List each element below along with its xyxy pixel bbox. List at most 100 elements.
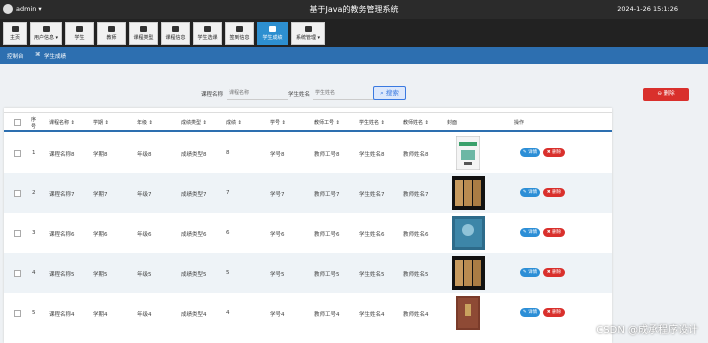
delete-button[interactable]: ✖ 删除 [543,228,565,237]
cell-grade: 年级4 [137,312,152,318]
course-search-label: 课程名称 [201,92,224,98]
detail-button[interactable]: ✎ 详情 [520,228,540,237]
table-header: 序号 课程名称 ⇕ 学期 ⇕ 年级 ⇕ 成绩类型 ⇕ 成绩 ⇕ 学号 ⇕ 教师工… [4,112,612,132]
row-checkbox[interactable] [14,230,21,237]
cell-sname: 学生姓名5 [359,272,385,278]
cell-score: 6 [226,230,230,236]
batch-delete-button[interactable]: ⊖ 删除 [643,88,689,101]
cell-score: 5 [226,270,230,276]
cell-tno: 教师工号6 [314,232,340,238]
delete-button[interactable]: ✖ 删除 [543,188,565,197]
nav-score[interactable]: 学生成绩 [257,22,288,45]
search-button[interactable]: ⌕ 搜索 [373,86,406,100]
cell-grade: 年级6 [137,232,152,238]
cell-term: 学期6 [93,232,108,238]
col-tname[interactable]: 教师姓名 ⇕ [403,119,429,126]
nav-select-course[interactable]: 学生选课 [193,22,222,45]
cell-tname: 教师姓名6 [403,232,429,238]
cell-score: 4 [226,310,230,316]
delete-icon: ⊖ [657,91,662,97]
student-search-label: 学生姓名 [288,92,311,98]
cover-image [452,256,485,290]
nav-bar: 主页 用户信息 ▾ 学生 教师 课程类型 课程信息 学生选课 签到信息 学生成绩… [0,19,708,47]
nav-teacher[interactable]: 教师 [97,22,126,45]
detail-button[interactable]: ✎ 详情 [520,188,540,197]
cell-sname: 学生姓名8 [359,152,385,158]
cell-course: 课程名称5 [49,272,75,278]
table-row: 4 课程名称5 学期5 年级5 成绩类型5 5 学号5 教师工号5 学生姓名5 … [4,253,612,293]
cell-term: 学期7 [93,192,108,198]
col-score[interactable]: 成绩 ⇕ [226,119,242,126]
cell-sname: 学生姓名4 [359,312,385,318]
cell-course: 课程名称6 [49,232,75,238]
cell-tname: 教师姓名7 [403,192,429,198]
cell-tno: 教师工号5 [314,272,340,278]
detail-button[interactable]: ✎ 详情 [520,308,540,317]
score-table: 序号 课程名称 ⇕ 学期 ⇕ 年级 ⇕ 成绩类型 ⇕ 成绩 ⇕ 学号 ⇕ 教师工… [4,108,612,343]
course-search-input[interactable] [227,87,288,100]
cell-tname: 教师姓名4 [403,312,429,318]
row-checkbox[interactable] [14,310,21,317]
cell-tname: 教师姓名5 [403,272,429,278]
cell-tname: 教师姓名8 [403,152,429,158]
cell-sno: 学号8 [270,152,285,158]
delete-button[interactable]: ✖ 删除 [543,148,565,157]
search-icon: ⌕ [380,89,384,97]
col-tno[interactable]: 教师工号 ⇕ [314,119,340,126]
col-type[interactable]: 成绩类型 ⇕ [181,119,207,126]
nav-system[interactable]: 系统管理 ▾ [291,22,325,45]
system-icon [304,26,312,32]
breadcrumb-home[interactable]: 控制台 [7,52,24,60]
cell-index: 2 [32,190,36,196]
row-checkbox[interactable] [14,190,21,197]
course-icon [172,26,179,32]
delete-button[interactable]: ✖ 删除 [543,268,565,277]
breadcrumb: 控制台 ⌘ 学生成绩 [0,47,708,64]
col-sname[interactable]: 学生姓名 ⇕ [359,119,385,126]
score-icon [269,26,276,32]
col-grade[interactable]: 年级 ⇕ [137,119,153,126]
row-checkbox[interactable] [14,270,21,277]
select-course-icon [204,26,211,32]
cover-image [452,216,485,250]
col-actions: 操作 [514,120,525,126]
nav-user-info[interactable]: 用户信息 ▾ [30,22,62,45]
detail-button[interactable]: ✎ 详情 [520,268,540,277]
col-cover: 封面 [447,120,458,126]
nav-student[interactable]: 学生 [65,22,94,45]
cell-sno: 学号5 [270,272,285,278]
cell-index: 3 [32,230,36,236]
nav-course-type[interactable]: 课程类型 [129,22,158,45]
cell-course: 课程名称8 [49,152,75,158]
cell-index: 1 [32,150,36,156]
nav-home[interactable]: 主页 [3,22,27,45]
cell-index: 5 [32,310,36,316]
student-search-input[interactable] [313,87,374,100]
cell-score: 7 [226,190,230,196]
cell-score: 8 [226,150,230,156]
watermark: CSDN @成承程序设计 [596,325,698,336]
cell-type: 成绩类型8 [181,152,207,158]
user-icon [42,26,50,32]
select-all-checkbox[interactable] [14,119,21,126]
detail-button[interactable]: ✎ 详情 [520,148,540,157]
breadcrumb-current: 学生成绩 [44,54,67,60]
cell-grade: 年级7 [137,192,152,198]
table-row: 3 课程名称6 学期6 年级6 成绩类型6 6 学号6 教师工号6 学生姓名6 … [4,213,612,253]
cell-grade: 年级5 [137,272,152,278]
row-checkbox[interactable] [14,150,21,157]
breadcrumb-sep-icon: ⌘ [35,52,41,58]
app-title: 基于Java的教务管理系统 [309,5,399,14]
col-sno[interactable]: 学号 ⇕ [270,119,286,126]
nav-course-info[interactable]: 课程信息 [161,22,190,45]
col-course[interactable]: 课程名称 ⇕ [49,119,75,126]
nav-checkin[interactable]: 签到信息 [225,22,254,45]
cell-term: 学期8 [93,152,108,158]
delete-button[interactable]: ✖ 删除 [543,308,565,317]
student-icon [76,26,83,32]
col-term[interactable]: 学期 ⇕ [93,119,109,126]
cell-sno: 学号4 [270,312,285,318]
cell-sname: 学生姓名6 [359,232,385,238]
col-index: 序号 [31,117,37,130]
cell-sno: 学号7 [270,192,285,198]
